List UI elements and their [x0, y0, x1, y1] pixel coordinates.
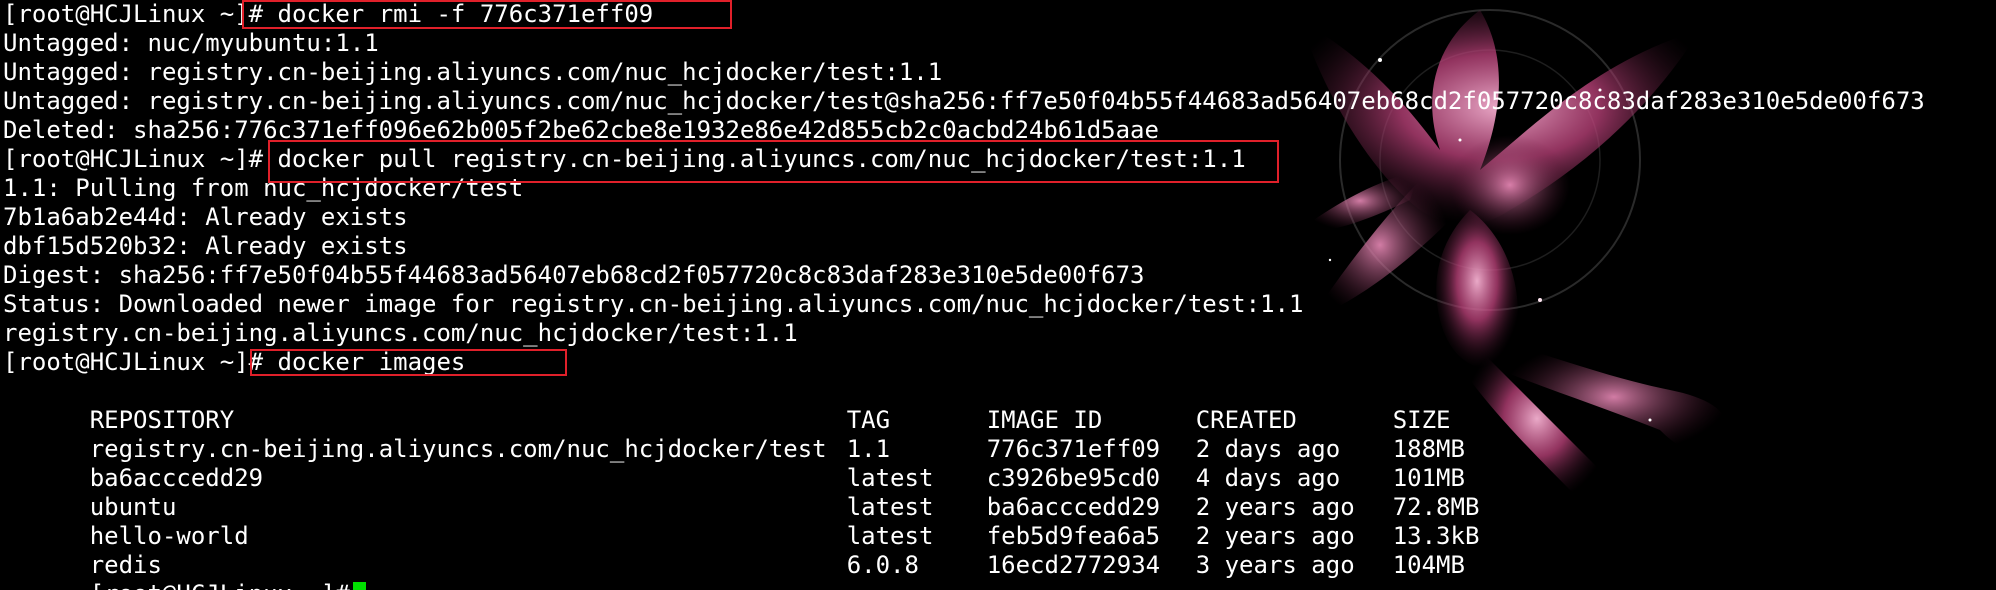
shell-prompt: [root@HCJLinux ~]#: [90, 580, 350, 590]
shell-prompt: [root@HCJLinux ~]#: [3, 145, 264, 173]
cell-repository: registry.cn-beijing.aliyuncs.com/nuc_hcj…: [89, 435, 827, 463]
cell-image-id: feb5d9fea6a5: [986, 522, 1161, 550]
column-header-tag: TAG: [846, 406, 891, 434]
shell-prompt: [root@HCJLinux ~]#: [3, 0, 264, 28]
cell-image-id: c3926be95cd0: [986, 464, 1161, 492]
cell-repository: redis: [89, 551, 162, 579]
cell-created: 3 years ago: [1195, 551, 1355, 579]
column-header-image-id: IMAGE ID: [986, 406, 1103, 434]
cell-size: 104MB: [1392, 551, 1465, 579]
cell-tag: latest: [846, 464, 934, 492]
cell-repository: hello-world: [89, 522, 249, 550]
cell-created: 2 days ago: [1195, 435, 1341, 463]
column-header-created: CREATED: [1195, 406, 1297, 434]
cell-image-id: ba6acccedd29: [986, 493, 1161, 521]
cell-image-id: 16ecd2772934: [986, 551, 1161, 579]
text-cursor: [352, 581, 366, 590]
cell-size: 101MB: [1392, 464, 1465, 492]
cell-repository: ubuntu: [89, 493, 177, 521]
column-header-size: SIZE: [1392, 406, 1451, 434]
cell-tag: latest: [846, 522, 934, 550]
shell-prompt: [root@HCJLinux ~]#: [3, 348, 264, 376]
column-header-repository: REPOSITORY: [89, 406, 235, 434]
terminal-line: Untagged: registry.cn-beijing.aliyuncs.c…: [3, 58, 943, 86]
cell-created: 2 years ago: [1195, 493, 1355, 521]
cell-tag: 1.1: [846, 435, 891, 463]
terminal-line: registry.cn-beijing.aliyuncs.com/nuc_hcj…: [3, 319, 798, 347]
terminal-line: Digest: sha256:ff7e50f04b55f44683ad56407…: [3, 261, 1145, 289]
images-table-header: REPOSITORY TAG IMAGE ID CREATED SIZE: [3, 377, 1925, 434]
cell-size: 13.3kB: [1392, 522, 1480, 550]
highlight-box-pull-command: [268, 140, 1279, 183]
cell-created: 4 days ago: [1195, 464, 1341, 492]
terminal-line: dbf15d520b32: Already exists: [3, 232, 408, 260]
cell-size: 72.8MB: [1392, 493, 1480, 521]
cell-image-id: 776c371eff09: [986, 435, 1161, 463]
terminal-line: Status: Downloaded newer image for regis…: [3, 290, 1304, 318]
terminal-window[interactable]: [root@HCJLinux ~]# docker rmi -f 776c371…: [0, 0, 1996, 590]
cell-tag: latest: [846, 493, 934, 521]
cell-tag: 6.0.8: [846, 551, 919, 579]
highlight-box-rmi-command: [242, 0, 732, 29]
terminal-output: [root@HCJLinux ~]# docker rmi -f 776c371…: [3, 0, 1925, 590]
cell-repository: ba6acccedd29: [89, 464, 264, 492]
terminal-line: 7b1a6ab2e44d: Already exists: [3, 203, 408, 231]
highlight-box-images-command: [250, 349, 567, 376]
terminal-line: Untagged: registry.cn-beijing.aliyuncs.c…: [3, 87, 1925, 115]
terminal-line: Untagged: nuc/myubuntu:1.1: [3, 29, 379, 57]
cell-created: 2 years ago: [1195, 522, 1355, 550]
cell-size: 188MB: [1392, 435, 1465, 463]
